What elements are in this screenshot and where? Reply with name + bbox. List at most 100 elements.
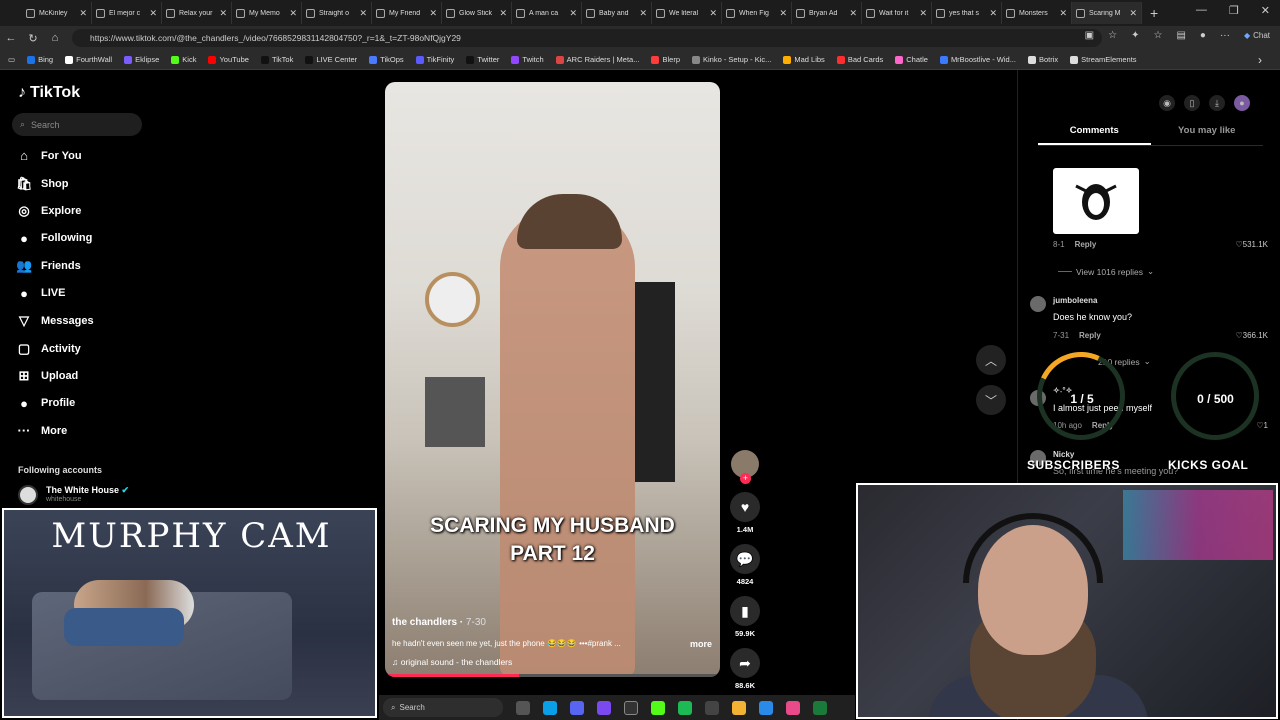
bookmark-item[interactable]: LIVE Center	[305, 55, 357, 64]
browser-tab[interactable]: When Fig ✕	[722, 2, 792, 24]
reload-icon[interactable]: ↻	[22, 32, 44, 45]
close-icon[interactable]: ✕	[919, 8, 927, 19]
discord-icon[interactable]	[570, 700, 584, 715]
share-icon[interactable]: ➦	[730, 648, 760, 678]
sidebar-item-for-you[interactable]: ⌂ For You	[16, 148, 81, 163]
close-icon[interactable]: ✕	[79, 8, 87, 19]
download-icon[interactable]: ⤓	[1209, 95, 1225, 111]
bookmark-item[interactable]: ARC Raiders | Meta...	[555, 55, 639, 64]
bookmark-icon[interactable]: ▮	[730, 596, 760, 626]
close-icon[interactable]: ✕	[149, 8, 157, 19]
more-button[interactable]: more	[690, 639, 712, 649]
home-icon[interactable]: ⌂	[44, 32, 66, 44]
sidebar-item-activity[interactable]: ▢ Activity	[16, 341, 81, 357]
sidebar-item-more[interactable]: ··· More	[16, 423, 68, 438]
new-tab-button[interactable]: +	[1150, 5, 1158, 21]
bookmark-item[interactable]: TikOps	[369, 55, 404, 64]
mobile-icon[interactable]: ▯	[1184, 95, 1200, 111]
comment-like[interactable]: ♡531.1K	[1235, 240, 1268, 249]
close-icon[interactable]: ✕	[569, 8, 577, 19]
reply-button[interactable]: Reply	[1075, 240, 1097, 249]
close-icon[interactable]: ✕	[219, 8, 227, 19]
view-replies-button[interactable]: View 1016 replies ⌄	[1058, 266, 1154, 277]
taskbar-search[interactable]: ⌕ Search	[383, 698, 503, 717]
browser-tab[interactable]: My Memo ✕	[232, 2, 302, 24]
browser-tab[interactable]: Relax your ✕	[162, 2, 232, 24]
app-grid-icon[interactable]	[597, 700, 611, 715]
tab-comments[interactable]: Comments	[1038, 125, 1151, 145]
kick-icon[interactable]	[651, 700, 665, 715]
bookmark-item[interactable]: Kinko - Setup - Kic...	[692, 55, 771, 64]
file-explorer-icon[interactable]	[732, 700, 746, 715]
user-avatar[interactable]: ●	[1234, 95, 1250, 111]
video-progress-bar[interactable]	[385, 674, 720, 677]
search-input[interactable]: ⌕ Search	[12, 113, 142, 136]
comment-username[interactable]: jumboleena	[1053, 296, 1097, 305]
browser-tab[interactable]: Wait for it ✕	[862, 2, 932, 24]
bookmark-item[interactable]: Bad Cards	[836, 55, 883, 64]
tab-you-may-like[interactable]: You may like	[1151, 125, 1264, 145]
avatar[interactable]	[1030, 296, 1046, 312]
edge-icon[interactable]	[543, 700, 557, 715]
task-view-icon[interactable]	[516, 700, 530, 715]
tiktok-logo[interactable]: ♪ TikTok	[18, 84, 80, 102]
close-icon[interactable]: ✕	[989, 8, 997, 19]
browser-tab[interactable]: Bryan Ad ✕	[792, 2, 862, 24]
chevron-right-icon[interactable]: ›	[1258, 53, 1262, 67]
close-icon[interactable]: ✕	[289, 8, 297, 19]
browser-tab[interactable]: We literal ✕	[652, 2, 722, 24]
video-player[interactable]: SCARING MY HUSBAND PART 12 the chandlers…	[385, 82, 720, 677]
follow-plus-icon[interactable]: +	[740, 473, 751, 484]
browser-tab[interactable]: McKinley ✕	[22, 2, 92, 24]
following-account-whitehouse[interactable]: The White House ✔ whitehouse	[18, 485, 129, 505]
photos-icon[interactable]	[786, 700, 800, 715]
sidebar-item-messages[interactable]: ▽ Messages	[16, 313, 94, 329]
bookmark-item[interactable]: Twitter	[466, 55, 499, 64]
sidebar-item-friends[interactable]: 👥 Friends	[16, 258, 81, 274]
close-icon[interactable]: ✕	[849, 8, 857, 19]
bookmark-item[interactable]: Twitch	[511, 55, 544, 64]
browser-tab[interactable]: Straight o ✕	[302, 2, 372, 24]
collections-icon[interactable]: ▤	[1176, 30, 1185, 41]
obs-icon[interactable]	[624, 700, 638, 715]
bookmarks-icon[interactable]: ▭	[8, 55, 15, 64]
heart-icon[interactable]: ♥	[730, 492, 760, 522]
notepad-icon[interactable]	[759, 700, 773, 715]
excel-icon[interactable]	[813, 700, 827, 715]
favorites-icon[interactable]: ☆	[1153, 30, 1162, 41]
spotify-icon[interactable]	[678, 700, 692, 715]
video-sound[interactable]: ♫ original sound - the chandlers	[392, 657, 512, 667]
url-field[interactable]: https://www.tiktok.com/@the_chandlers_/v…	[72, 29, 1102, 47]
profile-avatar[interactable]: ●	[1200, 30, 1206, 41]
bookmark-item[interactable]: Kick	[171, 55, 196, 64]
browser-tab[interactable]: El mejor c ✕	[92, 2, 162, 24]
menu-icon[interactable]: ···	[1220, 30, 1230, 41]
close-icon[interactable]: ✕	[429, 8, 437, 19]
split-screen-icon[interactable]: ▣	[1085, 30, 1094, 41]
bookmark-item[interactable]: FourthWall	[65, 55, 112, 64]
browser-tab[interactable]: Scaring M ✕	[1072, 2, 1142, 24]
browser-tab[interactable]: Baby and ✕	[582, 2, 652, 24]
maximize-icon[interactable]: ❐	[1229, 4, 1239, 17]
sidebar-item-profile[interactable]: ● Profile	[16, 396, 75, 411]
close-icon[interactable]: ✕	[1059, 8, 1067, 19]
close-icon[interactable]: ✕	[639, 8, 647, 19]
favorite-star-icon[interactable]: ☆	[1108, 30, 1117, 41]
sidebar-item-upload[interactable]: ⊞ Upload	[16, 368, 79, 384]
bookmark-item[interactable]: TikTok	[260, 55, 293, 64]
close-window-icon[interactable]: ✕	[1261, 4, 1270, 17]
bookmark-item[interactable]: Mad Libs	[783, 55, 825, 64]
close-icon[interactable]: ✕	[709, 8, 717, 19]
video-author[interactable]: the chandlers · 7-30	[392, 617, 486, 628]
browser-tab[interactable]: A man ca ✕	[512, 2, 582, 24]
share-action[interactable]: ➦ 88.6K	[728, 648, 762, 690]
browser-tab[interactable]: Monsters ✕	[1002, 2, 1072, 24]
bookmark-item[interactable]: Eklipse	[124, 55, 159, 64]
copilot-chat-button[interactable]: ◆ Chat	[1244, 31, 1270, 40]
next-video-button[interactable]: ﹀	[976, 385, 1006, 415]
creator-avatar[interactable]: +	[731, 450, 759, 484]
comment-like[interactable]: ♡366.1K	[1235, 331, 1268, 340]
save-action[interactable]: ▮ 59.9K	[728, 596, 762, 638]
bookmark-item[interactable]: StreamElements	[1070, 55, 1137, 64]
minimize-icon[interactable]: —	[1196, 4, 1207, 17]
